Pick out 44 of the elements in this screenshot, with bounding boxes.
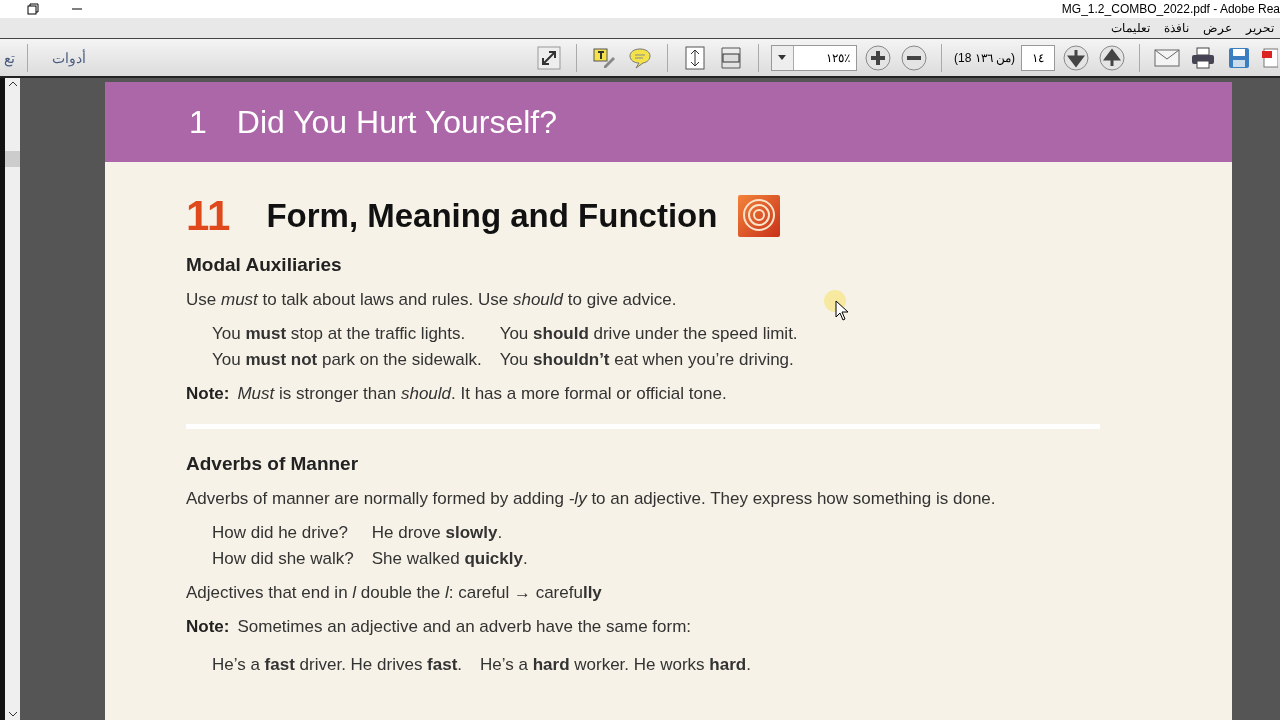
example-sentence: She walked quickly.: [371, 549, 528, 569]
scrollbar-thumb[interactable]: [5, 151, 20, 167]
example-sentence: You must not park on the sidewalk.: [212, 350, 482, 370]
unit-title: Did You Hurt Yourself?: [236, 103, 558, 141]
note-label: Note:: [186, 617, 230, 637]
example-sentence: You shouldn’t eat when you’re driving.: [499, 350, 795, 370]
tools-tab[interactable]: أدوات: [52, 49, 86, 66]
menu-item[interactable]: عرض: [1203, 21, 1232, 35]
example-sentence: How did he drive?: [212, 523, 350, 543]
tools-tab[interactable]: تع: [4, 49, 15, 66]
caret-icon[interactable]: [771, 45, 794, 70]
example-sentence: He’s a hard worker. He works hard.: [480, 655, 751, 675]
next-page-icon[interactable]: [1061, 42, 1091, 73]
section-title: Form, Meaning and Function: [266, 197, 718, 235]
spiral-icon: [737, 194, 782, 238]
note-label: Note:: [186, 384, 230, 404]
zoom-in-icon[interactable]: [862, 42, 893, 73]
paragraph: Use must to talk about laws and rules. Use should to give advice.: [186, 290, 677, 310]
paragraph: Adjectives that end in l double the l: careful → carefully: [186, 583, 602, 603]
paragraph: Adverbs of manner are normally formed by adding -ly to an adjective. They express how something is done.: [186, 489, 996, 509]
note-text: Sometimes an adjective and an adverb have the same form:: [237, 617, 692, 637]
subheading: Adverbs of Manner: [186, 453, 360, 475]
section-number: 11: [186, 192, 231, 240]
subheading: Modal Auxiliaries: [186, 254, 343, 276]
zoom-out-icon[interactable]: [898, 42, 929, 73]
page-field[interactable]: ١٤: [1021, 44, 1055, 71]
example-sentence: He’s a fast driver. He drives fast.: [212, 655, 463, 675]
menu-item[interactable]: تحرير: [1246, 21, 1274, 35]
unit-number: 1: [189, 103, 207, 141]
example-sentence: You must stop at the traffic lights.: [212, 324, 467, 344]
note-text: Must is stronger than should. It has a more formal or official tone.: [237, 384, 727, 404]
scrollbar[interactable]: [5, 78, 20, 720]
menu-item[interactable]: تعليمات: [1111, 21, 1150, 35]
menu-item[interactable]: نافذة: [1164, 21, 1189, 35]
example-sentence: How did she walk?: [212, 549, 354, 569]
example-sentence: He drove slowly.: [371, 523, 504, 543]
page-count: (18 من ١٣٦): [953, 50, 1015, 65]
example-sentence: You should drive under the speed limit.: [499, 324, 798, 344]
previous-page-icon[interactable]: [1097, 42, 1127, 73]
scroll-up-icon[interactable]: [7, 80, 18, 88]
scroll-down-icon[interactable]: [7, 710, 18, 718]
window-title: MG_1.2_COMBO_2022.pdf - Adobe Rea: [1061, 2, 1280, 16]
restore-icon[interactable]: [26, 2, 40, 16]
zoom-field[interactable]: ١٢٥٪: [770, 44, 857, 71]
